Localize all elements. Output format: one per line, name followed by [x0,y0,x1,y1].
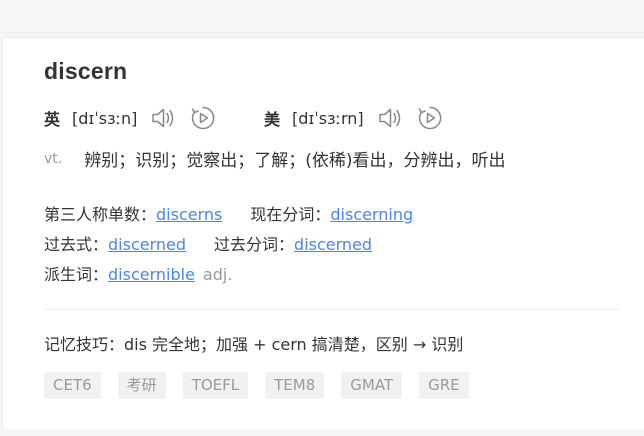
form-row: 过去式：discerned 过去分词：discerned [44,233,441,263]
headword: discern [44,58,128,84]
memory-tip: 记忆技巧：dis 完全地；加强 + cern 搞清楚，区别 → 识别 [44,335,464,354]
present-participle-link[interactable]: discerning [330,205,413,224]
pronunciation-us-ipa: [dɪˈsɜːrn] [292,108,364,128]
tag-gmat[interactable]: GMAT [341,372,403,399]
part-of-speech: vt. [44,150,63,167]
divider [44,309,620,310]
speaker-icon[interactable] [376,104,404,132]
derivative-link[interactable]: discernible [108,265,195,284]
derivative-label: 派生词： [44,265,109,284]
definition-row: vt. 辨别；识别；觉察出；了解；(依稀)看出，分辨出，听出 [44,146,506,172]
third-person-link[interactable]: discerns [156,205,222,224]
definition-text: 辨别；识别；觉察出；了解；(依稀)看出，分辨出，听出 [84,151,506,171]
form-row: 第三人称单数：discerns 现在分词：discerning [44,203,441,233]
past-tense-link[interactable]: discerned [108,235,186,254]
tag-gre[interactable]: GRE [419,372,469,399]
tag-cet6[interactable]: CET6 [44,372,101,399]
derivative-pos: adj. [202,265,233,284]
pronunciation-uk: 英 [dɪˈsɜːn] [44,104,229,132]
third-person-label: 第三人称单数： [44,205,157,224]
play-circle-icon[interactable] [189,104,217,132]
pronunciation-us-label: 美 [264,110,281,129]
form-row: 派生词：discernible adj. [44,263,441,293]
speaker-icon[interactable] [149,104,177,132]
play-circle-icon[interactable] [416,104,444,132]
pronunciation-uk-ipa: [dɪˈsɜːn] [72,108,138,128]
pronunciation-us: 美 [dɪˈsɜːrn] [264,104,456,132]
bottom-bar [0,429,644,436]
tag-toefl[interactable]: TOEFL [182,372,249,399]
top-bar [0,0,644,33]
tag-kaoyan[interactable]: 考研 [117,372,166,399]
pronunciation-uk-label: 英 [44,110,61,129]
past-tense-label: 过去式： [44,235,109,254]
exam-tags: CET6 考研 TOEFL TEM8 GMAT GRE [44,372,486,399]
past-participle-link[interactable]: discerned [294,235,372,254]
past-participle-label: 过去分词： [214,235,295,254]
word-forms: 第三人称单数：discerns 现在分词：discerning 过去式：disce… [44,203,441,293]
tag-tem8[interactable]: TEM8 [265,372,325,399]
present-participle-label: 现在分词： [250,205,331,224]
